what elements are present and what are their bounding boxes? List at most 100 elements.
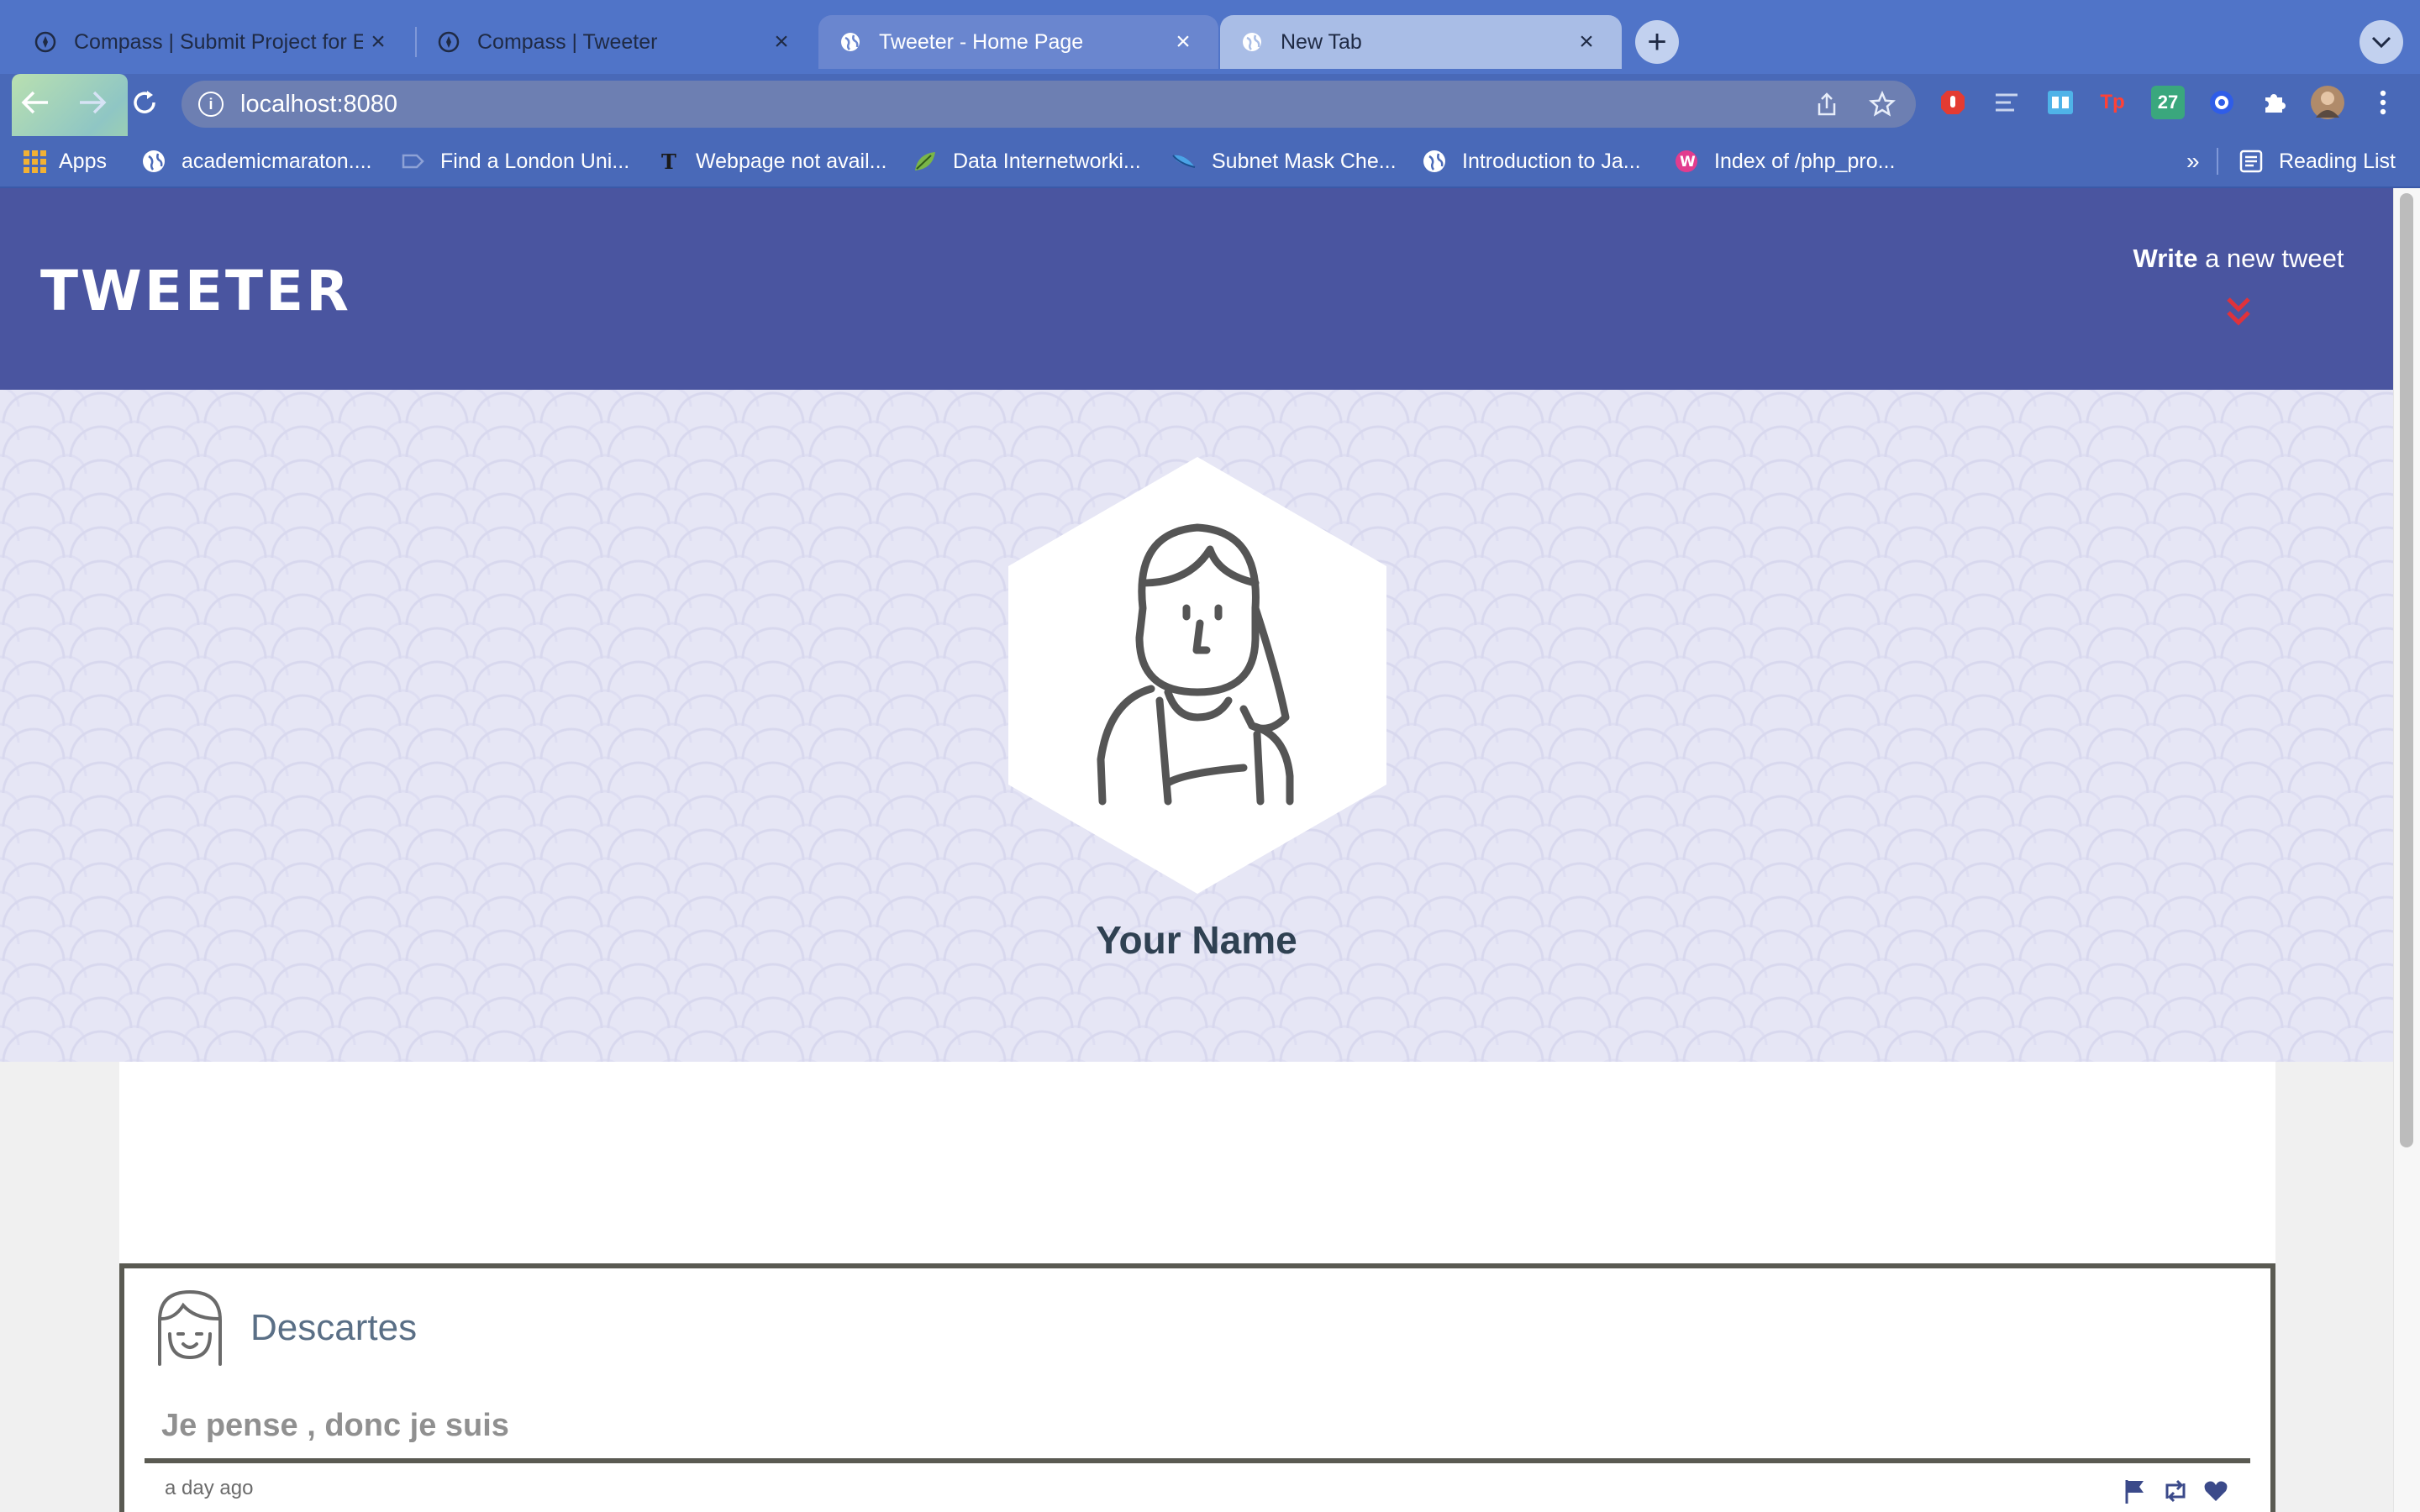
extension-reader[interactable] (2044, 86, 2077, 119)
bookmark-label: Webpage not avail... (696, 149, 887, 173)
globe-icon (841, 33, 860, 51)
tag-icon (402, 154, 424, 169)
tab-title: Compass | Tweeter (477, 29, 658, 54)
extension-lines[interactable] (1990, 86, 2023, 119)
new-tab-button[interactable]: + (1635, 20, 1679, 64)
bookmark-label: Introduction to Ja... (1462, 149, 1641, 173)
tab-title: Compass | Submit Project for E (74, 29, 363, 54)
close-icon[interactable]: × (363, 27, 393, 57)
bookmark-webpage-not-available[interactable]: T Webpage not avail... (655, 144, 886, 178)
bookmark-apps[interactable]: Apps (22, 144, 107, 178)
profile-name: Your Name (1096, 918, 1297, 962)
reload-button[interactable] (128, 86, 161, 119)
bookmark-academicmaraton[interactable]: academicmaraton.... (141, 144, 372, 178)
compass-icon (34, 31, 56, 53)
extension-tp[interactable]: Tp (2096, 86, 2129, 119)
lines-icon (1996, 93, 2018, 112)
tweet-actions (2121, 1477, 2247, 1505)
tweet-text: Je pense , donc je suis (161, 1408, 509, 1443)
kebab-menu-icon (2380, 90, 2386, 115)
heart-icon[interactable] (2202, 1477, 2230, 1505)
share-button[interactable] (1810, 87, 1844, 121)
flag-icon[interactable] (2121, 1477, 2149, 1505)
browser-menu-button[interactable] (2366, 86, 2400, 119)
arrow-left-icon (21, 91, 48, 114)
brand-logo[interactable]: TWEETER (40, 259, 351, 323)
share-icon (1818, 92, 1836, 116)
page-viewport: TWEETER Write a new tweet Your Name Desc… (0, 188, 2393, 1512)
bookmark-star-button[interactable] (1865, 87, 1899, 121)
scrollbar-thumb[interactable] (2400, 193, 2413, 1147)
retweet-icon[interactable] (2161, 1477, 2190, 1505)
svg-text:W: W (1680, 154, 1696, 171)
close-icon[interactable]: × (1571, 27, 1602, 57)
back-button[interactable] (18, 86, 52, 119)
tab-title: New Tab (1281, 29, 1362, 54)
address-bar[interactable]: i localhost:8080 (182, 81, 1916, 128)
circle-ring-icon (2210, 91, 2233, 114)
extension-calendar-27[interactable]: 27 (2151, 86, 2185, 119)
profile-avatar-icon (1008, 457, 1386, 894)
leaf-icon (915, 152, 935, 171)
extensions-button[interactable] (2257, 86, 2291, 119)
extension-circle[interactable] (2205, 86, 2238, 119)
puzzle-icon (2265, 94, 2286, 113)
write-label: Write (2133, 244, 2198, 273)
bird-icon (1172, 155, 1196, 168)
write-tweet-toggle[interactable]: Write a new tweet (2118, 244, 2360, 274)
tweet-divider (145, 1458, 2250, 1463)
bookmark-data-internetworking[interactable]: Data Internetworki... (913, 144, 1141, 178)
bookmark-label: Subnet Mask Che... (1212, 149, 1397, 173)
close-icon[interactable]: × (766, 27, 797, 57)
hand-stop-icon (1941, 91, 1965, 114)
star-icon (1869, 91, 1896, 117)
tab-new-tab[interactable]: New Tab × (1220, 15, 1622, 69)
compass-icon (438, 31, 460, 53)
user-photo-icon (2316, 92, 2339, 118)
nyt-icon: T (661, 150, 676, 174)
bookmark-introduction-ja[interactable]: Introduction to Ja... (1422, 144, 1641, 178)
w-logo-icon: W (1676, 150, 1697, 172)
bookmark-label: Index of /php_pro... (1714, 149, 1896, 173)
reading-list-button[interactable]: Reading List (2238, 144, 2396, 178)
tab-tweeter-home[interactable]: Tweeter - Home Page × (818, 15, 1218, 69)
svg-text:T: T (661, 150, 676, 174)
globe-icon (143, 150, 165, 172)
bookmark-subnet-mask[interactable]: Subnet Mask Che... (1171, 144, 1397, 178)
arrow-right-icon (80, 91, 107, 114)
compose-tweet-section (119, 1062, 2275, 1263)
bookmark-index-php[interactable]: W Index of /php_pro... (1674, 144, 1895, 178)
tab-compass-tweeter[interactable]: Compass | Tweeter × (417, 15, 817, 69)
bookmark-divider (2217, 148, 2218, 175)
globe-icon (1423, 150, 1445, 172)
tab-search-button[interactable] (2360, 20, 2403, 64)
tab-compass-submit[interactable]: Compass | Submit Project for E × (13, 15, 413, 69)
site-navbar: TWEETER Write a new tweet (0, 188, 2393, 390)
info-icon[interactable]: i (198, 92, 224, 117)
bookmark-label: Find a London Uni... (440, 149, 630, 173)
chevron-down-icon (2371, 36, 2391, 49)
extension-adblock[interactable] (1936, 86, 1970, 119)
tweet-card: Descartes Je pense , donc je suis a day … (119, 1263, 2275, 1512)
bookmark-label: Apps (59, 149, 107, 173)
bookmark-label: academicmaraton.... (182, 149, 372, 173)
new-tweet-label: a new tweet (2197, 244, 2344, 273)
book-icon (2048, 91, 2073, 114)
tweet-author-avatar-icon (158, 1289, 222, 1366)
tab-title: Tweeter - Home Page (879, 29, 1084, 54)
forward-button[interactable] (76, 86, 109, 119)
profile-avatar[interactable] (2311, 86, 2344, 119)
apps-grid-icon (24, 150, 46, 173)
double-chevron-down-icon[interactable] (2222, 294, 2255, 331)
reading-list-icon (2239, 150, 2263, 173)
tweet-timestamp: a day ago (165, 1477, 254, 1499)
close-icon[interactable]: × (1168, 27, 1198, 57)
url-text[interactable]: localhost:8080 (240, 91, 1788, 118)
bookmark-label: Data Internetworki... (953, 149, 1141, 173)
tweet-author-name: Descartes (250, 1307, 418, 1348)
reload-icon (134, 91, 155, 113)
profile-header: Your Name (0, 390, 2393, 1062)
globe-icon (1243, 33, 1261, 51)
bookmarks-overflow-button[interactable]: » (2186, 144, 2200, 178)
bookmark-london-uni[interactable]: Find a London Uni... (400, 144, 629, 178)
